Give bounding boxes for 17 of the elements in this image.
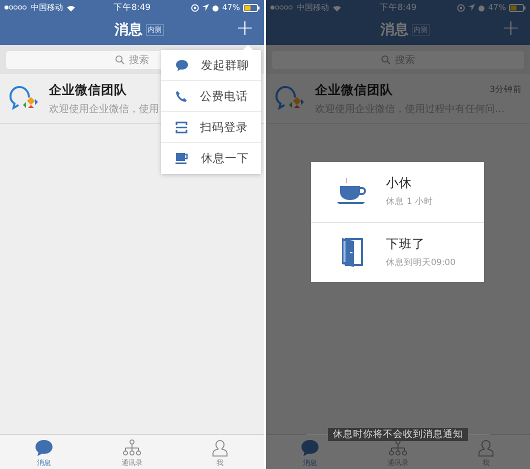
option-subtitle: 休息 1 小时	[386, 196, 433, 208]
status-time: 下午8:49	[113, 2, 151, 14]
hint-text: 休息时你将不会收到消息通知	[328, 428, 468, 441]
message-preview: 欢迎使用企业微信，使用	[49, 102, 160, 116]
option-subtitle: 休息到明天09:00	[386, 256, 456, 269]
battery-percent: 47%	[488, 3, 506, 12]
screen-title: 消息	[114, 21, 142, 39]
carrier-name: 中国移动	[297, 2, 329, 13]
contact-name: 企业微信团队	[49, 82, 127, 98]
option-title: 下班了	[386, 236, 426, 253]
screen-title: 消息	[380, 21, 408, 39]
contact-name: 企业微信团队	[315, 82, 393, 98]
status-time: 下午8:49	[379, 2, 417, 14]
battery-percent: 47%	[222, 3, 240, 12]
option-title: 小休	[386, 175, 413, 192]
carrier-name: 中国移动	[31, 2, 63, 13]
message-time: 3分钟前	[490, 84, 522, 96]
